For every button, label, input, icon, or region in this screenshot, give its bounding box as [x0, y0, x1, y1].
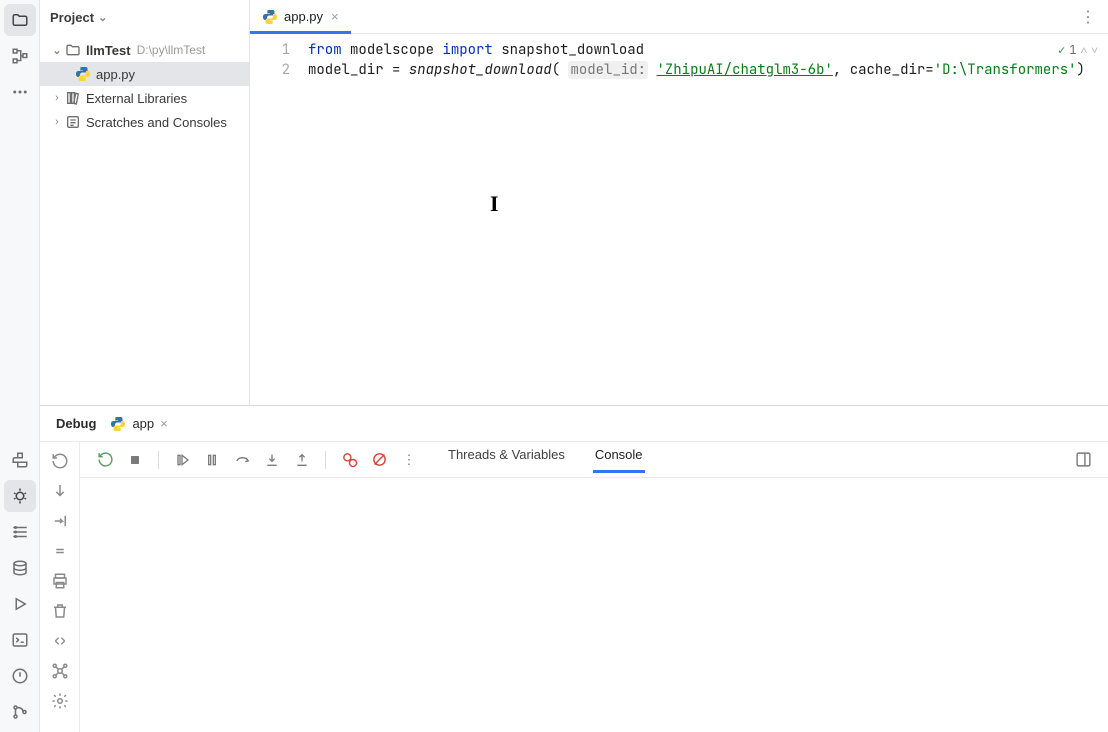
debug-header: Debug app × — [40, 406, 1108, 442]
pause-button[interactable] — [201, 449, 223, 471]
tree-root[interactable]: ⌄ llmTest D:\py\llmTest — [40, 38, 249, 62]
tool-window-structure-icon[interactable] — [4, 40, 36, 72]
keyword: from — [308, 41, 342, 59]
rerun-icon[interactable] — [47, 450, 73, 472]
chevron-right-icon: › — [50, 116, 64, 128]
step-into-button[interactable] — [261, 449, 283, 471]
python-file-icon — [110, 416, 126, 432]
identifier: modelscope — [350, 41, 434, 59]
down-icon[interactable] — [47, 480, 73, 502]
gutter: 1 2 — [250, 34, 300, 405]
chevron-right-icon: › — [50, 92, 64, 104]
inspection-count: 1 — [1069, 40, 1076, 60]
inspection-widget[interactable]: ✓ 1 ˄ ˅ — [1058, 40, 1098, 60]
debug-title: Debug — [56, 416, 96, 431]
chevron-down-icon: ⌄ — [98, 11, 107, 24]
settings-icon[interactable] — [47, 690, 73, 712]
mute-breakpoints-button[interactable] — [368, 449, 390, 471]
debug-side-toolbar — [40, 442, 80, 732]
debug-toolbar: ⋮ Threads & Variables Console — [80, 442, 1108, 478]
param-hint: model_id: — [568, 61, 648, 79]
step-over-button[interactable] — [231, 449, 253, 471]
tool-window-debug-icon[interactable] — [4, 480, 36, 512]
tab-bar-options-icon[interactable]: ⋮ — [1068, 0, 1108, 33]
expand-icon[interactable] — [47, 630, 73, 652]
tab-threads-variables[interactable]: Threads & Variables — [446, 447, 567, 473]
op: = — [392, 61, 400, 79]
more-icon[interactable]: ⋮ — [398, 449, 420, 471]
chevron-up-icon[interactable]: ˄ — [1080, 40, 1087, 60]
close-icon[interactable]: × — [160, 416, 168, 431]
python-file-icon — [74, 66, 92, 82]
identifier: snapshot_download — [501, 41, 644, 59]
step-return-icon[interactable] — [47, 510, 73, 532]
collapse-icon[interactable] — [47, 540, 73, 562]
editor-tab-label: app.py — [284, 9, 323, 24]
tree-external-label: External Libraries — [86, 91, 187, 106]
folder-icon — [64, 42, 82, 58]
step-out-button[interactable] — [291, 449, 313, 471]
rerun-button[interactable] — [94, 449, 116, 471]
tree-scratches[interactable]: › Scratches and Consoles — [40, 110, 249, 134]
paren: ) — [1077, 61, 1085, 79]
string: 'D:\Transformers' — [934, 61, 1077, 79]
string: 'ZhipuAI/chatglm3-6b' — [656, 61, 832, 79]
tree-root-name: llmTest — [86, 43, 131, 58]
trash-icon[interactable] — [47, 600, 73, 622]
kwarg: cache_dir — [850, 61, 926, 79]
func-call: snapshot_download — [409, 61, 552, 79]
tool-window-problems-icon[interactable] — [4, 660, 36, 692]
library-icon — [64, 90, 82, 106]
debug-config-tab[interactable]: app × — [110, 416, 167, 432]
tree-root-path: D:\py\llmTest — [137, 43, 206, 57]
editor-tab-app[interactable]: app.py × — [250, 0, 351, 33]
editor-area: app.py × ⋮ 1 2 from modelscope import sn… — [250, 0, 1108, 405]
stop-button[interactable] — [124, 449, 146, 471]
tree-scratches-label: Scratches and Consoles — [86, 115, 227, 130]
tool-window-project-icon[interactable] — [4, 4, 36, 36]
chevron-down-icon[interactable]: ˅ — [1091, 40, 1098, 60]
project-panel-header[interactable]: Project ⌄ — [40, 0, 249, 34]
identifier: model_dir — [308, 61, 384, 79]
print-icon[interactable] — [47, 570, 73, 592]
project-tree: ⌄ llmTest D:\py\llmTest app.py › — [40, 34, 249, 138]
python-file-icon — [262, 9, 278, 25]
project-panel-title: Project — [50, 10, 94, 25]
tree-file-app[interactable]: app.py — [40, 62, 249, 86]
code-editor[interactable]: 1 2 from modelscope import snapshot_down… — [250, 34, 1108, 405]
project-panel: Project ⌄ ⌄ llmTest D:\py\llmTest app.py — [40, 0, 250, 405]
tool-window-more-icon[interactable] — [4, 76, 36, 108]
debug-console-output[interactable] — [80, 478, 1108, 732]
layout-settings-icon[interactable] — [1072, 449, 1094, 471]
debug-config-label: app — [132, 416, 154, 431]
keyword: import — [442, 41, 492, 59]
tool-window-hierarchy-icon[interactable] — [4, 552, 36, 584]
editor-tab-bar: app.py × ⋮ — [250, 0, 1108, 34]
scratches-icon — [64, 114, 82, 130]
line-number: 1 — [250, 40, 290, 60]
close-icon[interactable]: × — [331, 9, 339, 24]
tool-window-terminal-icon[interactable] — [4, 624, 36, 656]
text-cursor-icon: I — [490, 194, 499, 214]
thread-icon[interactable] — [47, 660, 73, 682]
tool-window-services-icon[interactable] — [4, 516, 36, 548]
resume-button[interactable] — [171, 449, 193, 471]
tree-external-libs[interactable]: › External Libraries — [40, 86, 249, 110]
chevron-down-icon: ⌄ — [50, 44, 64, 57]
line-number: 2 — [250, 60, 290, 80]
tree-file-label: app.py — [96, 67, 135, 82]
debug-subtabs: Threads & Variables Console — [446, 447, 645, 473]
tool-window-run-icon[interactable] — [4, 588, 36, 620]
debug-tool-window: Debug app × — [40, 406, 1108, 732]
op: = — [925, 61, 933, 79]
check-icon: ✓ — [1058, 40, 1065, 60]
paren: ( — [552, 61, 560, 79]
comma: , — [833, 61, 850, 79]
tool-window-vcs-icon[interactable] — [4, 696, 36, 728]
view-breakpoints-button[interactable] — [338, 449, 360, 471]
code-content[interactable]: from modelscope import snapshot_download… — [300, 34, 1108, 405]
tab-console[interactable]: Console — [593, 447, 645, 473]
tool-window-python-icon[interactable] — [4, 444, 36, 476]
